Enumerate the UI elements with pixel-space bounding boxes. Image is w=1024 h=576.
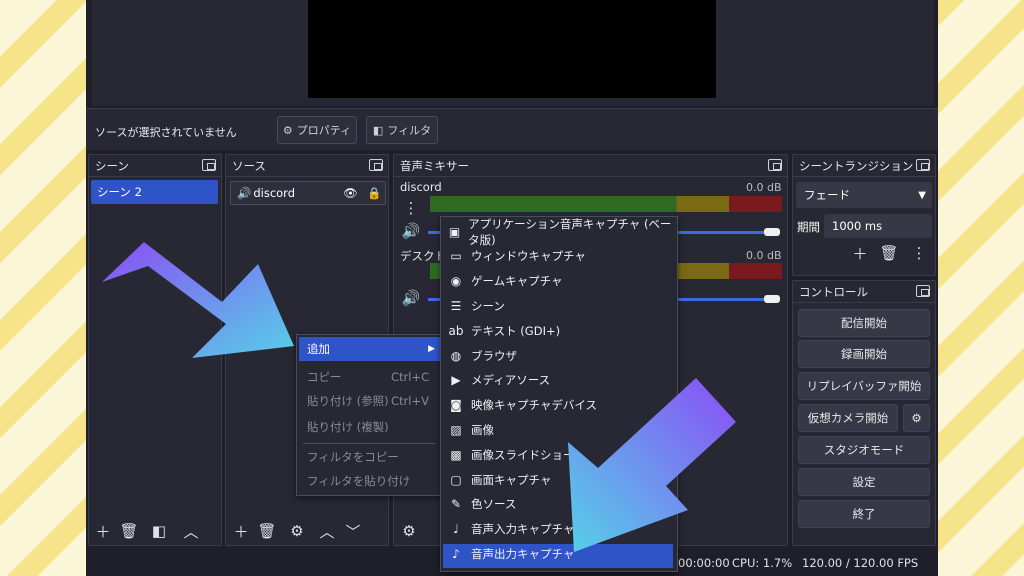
dock-icon[interactable]	[768, 159, 782, 171]
menu-item-paste-ref[interactable]: 貼り付け (参照) Ctrl+V	[297, 389, 441, 413]
mixer-channel-name: discord	[400, 180, 442, 194]
kebab-icon[interactable]: ⋮	[400, 197, 422, 219]
gear-icon[interactable]: ⚙	[903, 404, 930, 432]
chevron-up-icon[interactable]: ︿	[180, 520, 202, 542]
filter-icon: ◧	[372, 123, 384, 137]
virtual-camera-button[interactable]: 仮想カメラ開始	[798, 404, 898, 432]
gear-icon[interactable]: ⚙	[398, 520, 420, 542]
status-fps: 120.00 / 120.00 FPS	[802, 556, 919, 570]
menu-item-paste-filters[interactable]: フィルタを貼り付け	[297, 469, 441, 493]
scenes-title: シーン	[95, 158, 129, 173]
scene-item[interactable]: シーン 2	[91, 180, 218, 204]
arrow-decoration	[568, 378, 736, 552]
filter-icon[interactable]: ◧	[148, 520, 170, 542]
brush-icon: ✎	[450, 497, 462, 512]
menu-item-copy-filters[interactable]: フィルタをコピー	[297, 445, 441, 469]
play-icon: ▶	[451, 373, 461, 388]
gear-icon[interactable]: ⚙	[286, 520, 308, 542]
add-icon[interactable]: ＋	[849, 242, 871, 264]
transition-select[interactable]: フェード ▼	[796, 182, 932, 208]
slideshow-icon: ▩	[450, 447, 462, 462]
mixer-channel-db: 0.0 dB	[746, 249, 782, 262]
duration-label: 期間	[797, 220, 820, 234]
submenu-item[interactable]: ◉ ゲームキャプチャ	[441, 269, 677, 294]
filters-button[interactable]: ◧ フィルタ	[366, 116, 438, 144]
gear-icon: ⚙	[282, 123, 293, 137]
start-recording-button[interactable]: 録画開始	[798, 340, 930, 368]
microphone-icon: ♩	[453, 522, 459, 537]
trash-icon[interactable]: 🗑	[256, 520, 278, 542]
controls-title: コントロール	[799, 284, 868, 299]
sources-title: ソース	[232, 158, 266, 173]
list-icon: ☰	[450, 298, 462, 313]
speaker-icon[interactable]: 🔊	[400, 287, 422, 309]
window-icon: ▭	[450, 249, 462, 264]
transitions-title: シーントランジション	[799, 158, 914, 173]
volume-knob[interactable]	[764, 295, 780, 303]
context-menu: 追加 ▶ コピー Ctrl+C 貼り付け (参照) Ctrl+V 貼り付け (複製) …	[296, 334, 442, 496]
dock-icon[interactable]	[916, 159, 930, 171]
dock-icon[interactable]	[369, 159, 383, 171]
chevron-down-icon: ▼	[918, 189, 926, 201]
add-icon[interactable]: ＋	[230, 520, 252, 542]
speaker-icon: ♪	[452, 546, 460, 561]
arrow-decoration	[102, 242, 294, 358]
text-icon: ab	[448, 323, 464, 338]
image-icon: ▨	[450, 422, 462, 437]
dock-icon[interactable]	[202, 159, 216, 171]
menu-item-paste-dup[interactable]: 貼り付け (複製)	[297, 415, 441, 439]
lock-icon[interactable]: 🔒	[367, 186, 381, 200]
trash-icon[interactable]: 🗑	[878, 242, 900, 264]
chevron-down-icon[interactable]: ﹀	[342, 520, 364, 542]
add-icon[interactable]: ＋	[92, 520, 114, 542]
globe-icon: ◍	[450, 348, 462, 363]
volume-knob[interactable]	[764, 228, 780, 236]
start-streaming-button[interactable]: 配信開始	[798, 309, 930, 337]
volume-meter	[430, 196, 782, 212]
chevron-right-icon: ▶	[428, 344, 435, 354]
submenu-item[interactable]: ☰ シーン	[441, 293, 677, 318]
mixer-channel-db: 0.0 dB	[746, 181, 782, 194]
app-audio-icon: ▣	[448, 224, 461, 239]
trash-icon[interactable]: 🗑	[118, 520, 140, 542]
duration-input[interactable]: 1000 ms	[824, 214, 932, 238]
preview-canvas	[308, 0, 716, 98]
eye-icon[interactable]: 👁	[343, 186, 358, 200]
mixer-title: 音声ミキサー	[400, 158, 469, 173]
no-source-label: ソースが選択されていません	[95, 126, 237, 139]
settings-button[interactable]: 設定	[798, 468, 930, 496]
speaker-icon: 🔊	[237, 186, 252, 200]
submenu-item[interactable]: ◍ ブラウザ	[441, 343, 677, 368]
monitor-icon: ▢	[450, 472, 462, 487]
speaker-icon[interactable]: 🔊	[400, 220, 422, 242]
camera-icon: ◙	[450, 398, 462, 413]
submenu-item[interactable]: ▭ ウィンドウキャプチャ	[441, 244, 677, 269]
properties-button[interactable]: ⚙ プロパティ	[277, 116, 357, 144]
source-item[interactable]: 🔊 discord 👁 🔒	[230, 181, 386, 205]
submenu-item[interactable]: ▣ アプリケーション音声キャプチャ (ベータ版)	[441, 217, 677, 247]
exit-button[interactable]: 終了	[798, 500, 930, 528]
submenu-item[interactable]: ab テキスト (GDI+)	[441, 318, 677, 343]
status-cpu: CPU: 1.7%	[732, 556, 793, 570]
gamepad-icon: ◉	[450, 274, 462, 289]
menu-divider	[303, 443, 435, 444]
studio-mode-button[interactable]: スタジオモード	[798, 436, 930, 464]
dock-icon[interactable]	[916, 285, 930, 297]
kebab-icon[interactable]: ⋮	[908, 242, 930, 264]
replay-buffer-button[interactable]: リプレイバッファ開始	[798, 372, 930, 400]
menu-item-copy[interactable]: コピー Ctrl+C	[297, 365, 441, 389]
chevron-up-icon[interactable]: ︿	[316, 520, 338, 542]
